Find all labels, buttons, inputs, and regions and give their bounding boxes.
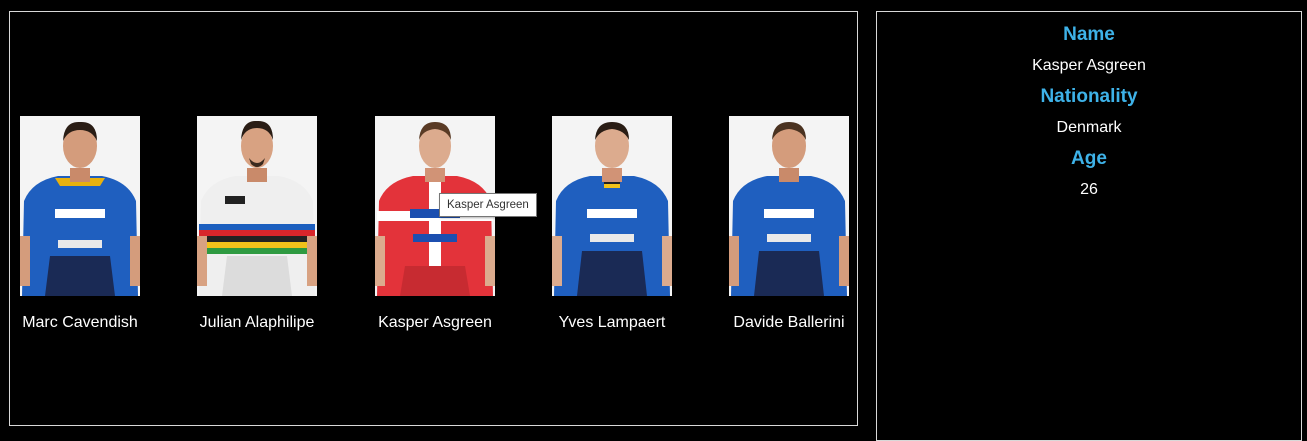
rider-details-panel: Name Kasper Asgreen Nationality Denmark … — [876, 11, 1302, 441]
rider-card-marc-cavendish[interactable]: Marc Cavendish — [10, 116, 150, 332]
name-value: Kasper Asgreen — [1032, 57, 1146, 74]
name-label: Name — [1063, 24, 1115, 45]
rider-card-davide-ballerini[interactable]: Davide Ballerini — [719, 116, 859, 332]
riders-panel: Marc Cavendish Julian Alaphilipe Kasper … — [9, 11, 858, 426]
rider-photo[interactable] — [20, 116, 140, 296]
rider-name: Kasper Asgreen — [378, 314, 492, 331]
age-label: Age — [1071, 148, 1107, 169]
rider-photo[interactable] — [197, 116, 317, 296]
rider-photo[interactable] — [729, 116, 849, 296]
rider-name: Julian Alaphilipe — [199, 314, 315, 331]
rider-card-yves-lampaert[interactable]: Yves Lampaert — [542, 116, 682, 332]
age-value: 26 — [1080, 181, 1098, 198]
rider-list: Marc Cavendish Julian Alaphilipe Kasper … — [10, 116, 857, 346]
rider-name: Yves Lampaert — [558, 314, 666, 331]
rider-tooltip: Kasper Asgreen — [439, 193, 537, 217]
nationality-label: Nationality — [1040, 86, 1138, 107]
nationality-value: Denmark — [1056, 119, 1122, 136]
rider-name: Marc Cavendish — [22, 314, 138, 331]
rider-card-kasper-asgreen[interactable]: Kasper Asgreen — [365, 116, 505, 332]
rider-photo[interactable] — [552, 116, 672, 296]
rider-name: Davide Ballerini — [733, 314, 845, 331]
rider-card-julian-alaphilipe[interactable]: Julian Alaphilipe — [187, 116, 327, 332]
